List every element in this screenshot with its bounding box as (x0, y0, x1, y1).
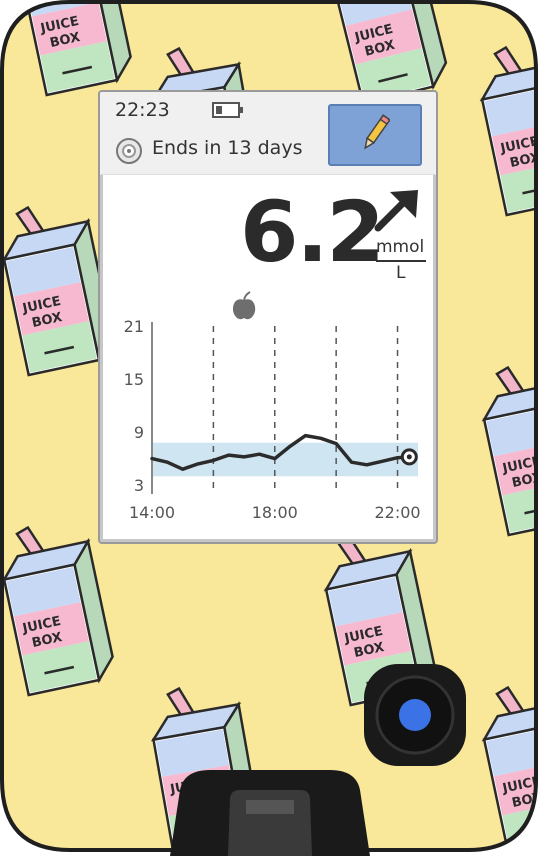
unit-divider (376, 260, 426, 262)
reader-screen: 22:23 Ends in 13 days 6.2 mmol L 3 9 15 … (98, 90, 438, 544)
edit-note-button[interactable] (328, 104, 422, 166)
usb-port (170, 770, 370, 856)
x-tick-label: 18:00 (252, 503, 298, 522)
current-reading-dot (406, 454, 412, 460)
sensor-expiry-text: Ends in 13 days (152, 137, 303, 159)
unit-numerator: mmol (376, 237, 425, 257)
status-bar: 22:23 Ends in 13 days (100, 92, 436, 175)
y-tick-label: 3 (134, 476, 144, 495)
sensor-icon (114, 136, 144, 170)
apple-icon (232, 291, 256, 320)
pencil-icon (364, 114, 390, 150)
clock-time: 22:23 (115, 99, 170, 121)
y-tick-label: 9 (134, 423, 144, 442)
x-tick-label: 14:00 (129, 503, 175, 522)
battery-icon (212, 102, 244, 122)
target-range-band (152, 442, 418, 477)
glucose-reading-value: 6.2 (240, 183, 385, 281)
glucose-history-chart: 3 9 15 21 14:00 18:00 22:00 (124, 291, 421, 522)
y-tick-label: 15 (124, 370, 144, 389)
arrow-up-right-icon (374, 190, 418, 232)
x-tick-label: 22:00 (374, 503, 420, 522)
home-button[interactable] (360, 660, 470, 770)
home-button-indicator (399, 699, 431, 731)
unit-denominator: L (396, 263, 406, 283)
y-tick-label: 21 (124, 317, 144, 336)
